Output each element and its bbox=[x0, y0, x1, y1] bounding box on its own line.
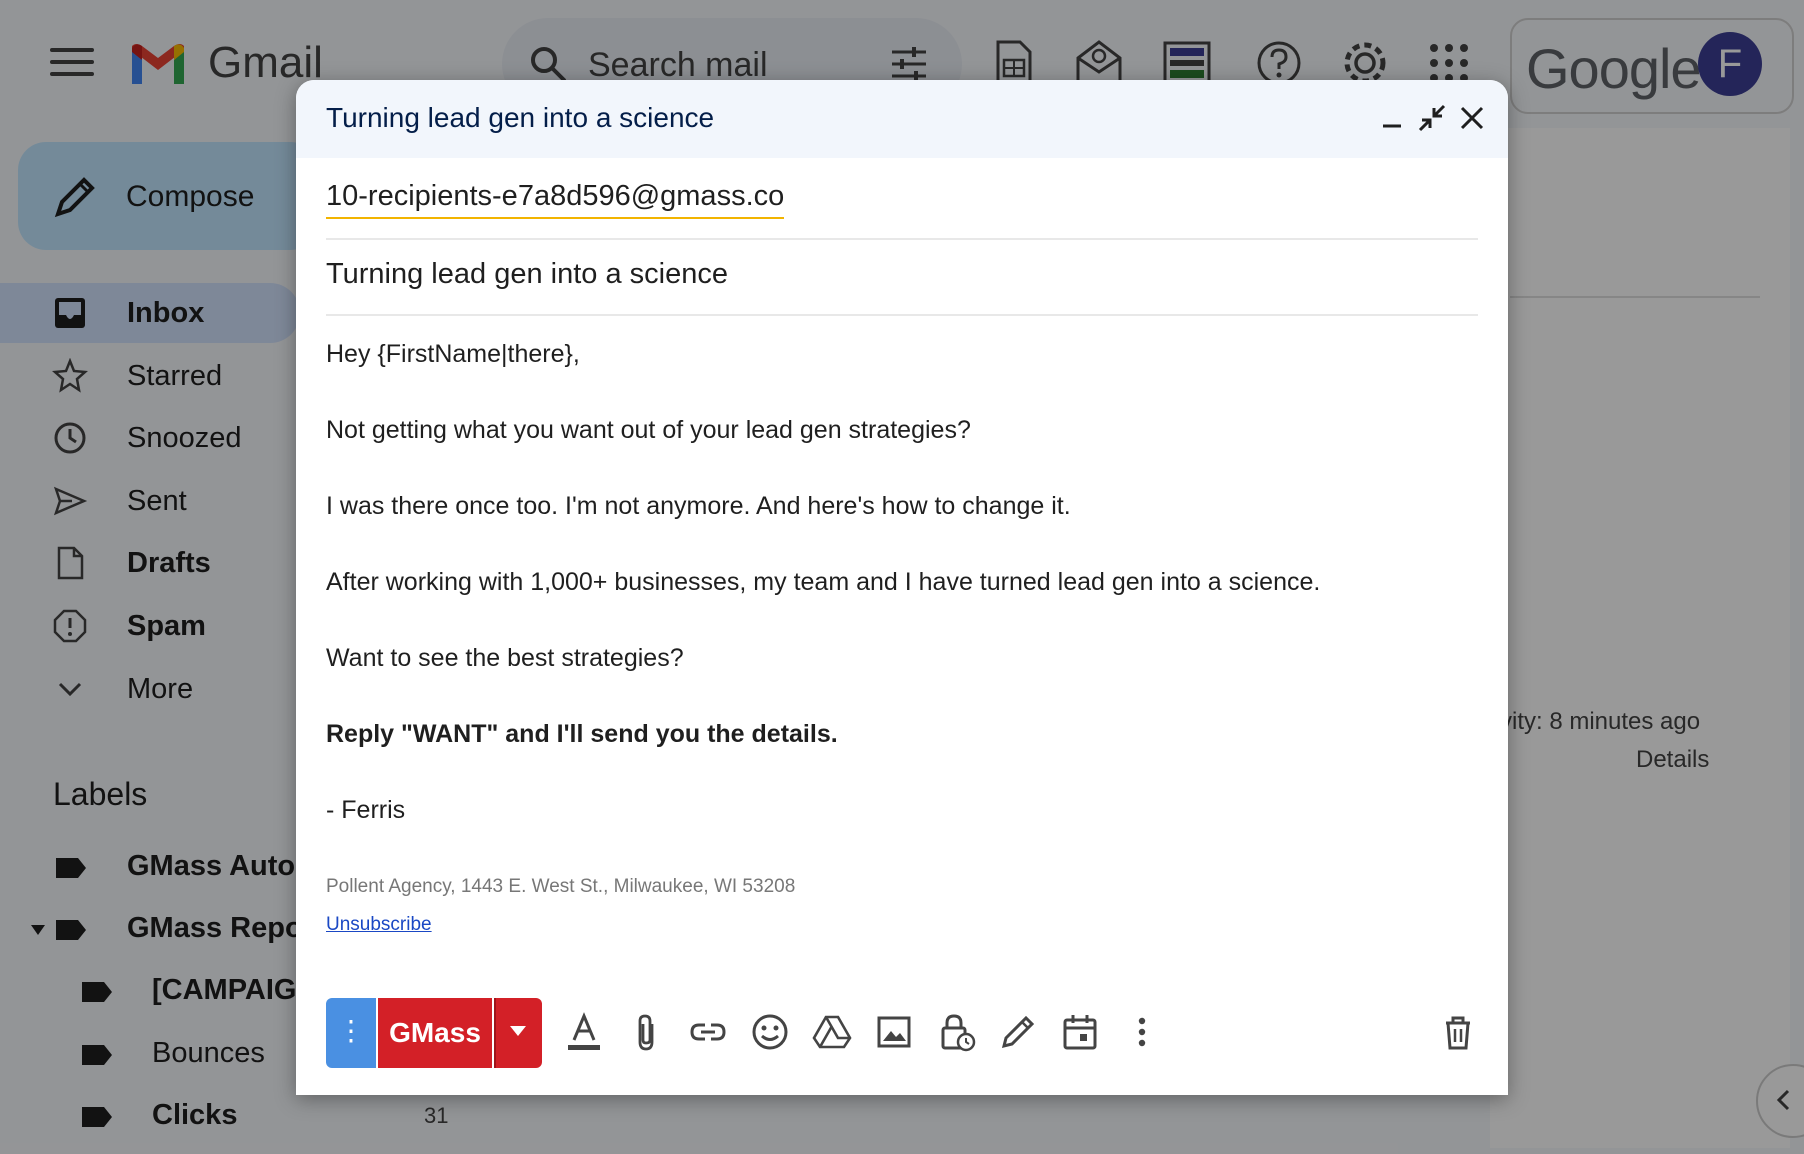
subject-field[interactable]: Turning lead gen into a science bbox=[326, 258, 1478, 316]
gmass-options-button[interactable]: ⋮ bbox=[326, 998, 376, 1068]
body-paragraph: After working with 1,000+ businesses, my… bbox=[326, 568, 1321, 596]
body-signature: - Ferris bbox=[326, 796, 406, 824]
compose-header: Turning lead gen into a science bbox=[296, 80, 1508, 158]
close-icon[interactable] bbox=[1456, 102, 1488, 134]
more-options-icon[interactable] bbox=[1122, 1012, 1162, 1052]
text-format-icon[interactable] bbox=[564, 1012, 604, 1052]
body-paragraph: Not getting what you want out of your le… bbox=[326, 416, 971, 444]
confidential-mode-icon[interactable] bbox=[936, 1012, 976, 1052]
body-paragraph: I was there once too. I'm not anymore. A… bbox=[326, 492, 1071, 520]
google-drive-icon[interactable] bbox=[812, 1012, 852, 1052]
unsubscribe-link[interactable]: Unsubscribe bbox=[326, 914, 432, 936]
recipient-chip[interactable]: 10-recipients-e7a8d596@gmass.co bbox=[326, 180, 785, 219]
link-icon[interactable] bbox=[688, 1012, 728, 1052]
schedule-calendar-icon[interactable] bbox=[1060, 1012, 1100, 1052]
minimize-icon[interactable] bbox=[1376, 102, 1408, 134]
to-field[interactable]: 10-recipients-e7a8d596@gmass.co bbox=[326, 180, 1478, 240]
body-call-to-action: Reply "WANT" and I'll send you the detai… bbox=[326, 720, 838, 748]
insert-photo-icon[interactable] bbox=[874, 1012, 914, 1052]
signature-pen-icon[interactable] bbox=[998, 1012, 1038, 1052]
discard-draft-trash-icon[interactable] bbox=[1438, 1012, 1478, 1052]
footer-address: Pollent Agency, 1443 E. West St., Milwau… bbox=[326, 876, 796, 897]
exit-fullscreen-icon[interactable] bbox=[1416, 102, 1448, 134]
body-greeting: Hey {FirstName|there}, bbox=[326, 340, 580, 368]
gmass-dropdown-button[interactable] bbox=[494, 998, 542, 1068]
subject-input[interactable]: Turning lead gen into a science bbox=[326, 258, 728, 290]
caret-down-icon bbox=[510, 1026, 526, 1036]
attach-icon[interactable] bbox=[626, 1012, 666, 1052]
compose-title: Turning lead gen into a science bbox=[326, 102, 715, 133]
compose-dialog: Turning lead gen into a science 10-recip… bbox=[296, 80, 1508, 1095]
emoji-icon[interactable] bbox=[750, 1012, 790, 1052]
body-paragraph: Want to see the best strategies? bbox=[326, 644, 684, 672]
gmass-send-button[interactable]: GMass bbox=[378, 998, 492, 1068]
